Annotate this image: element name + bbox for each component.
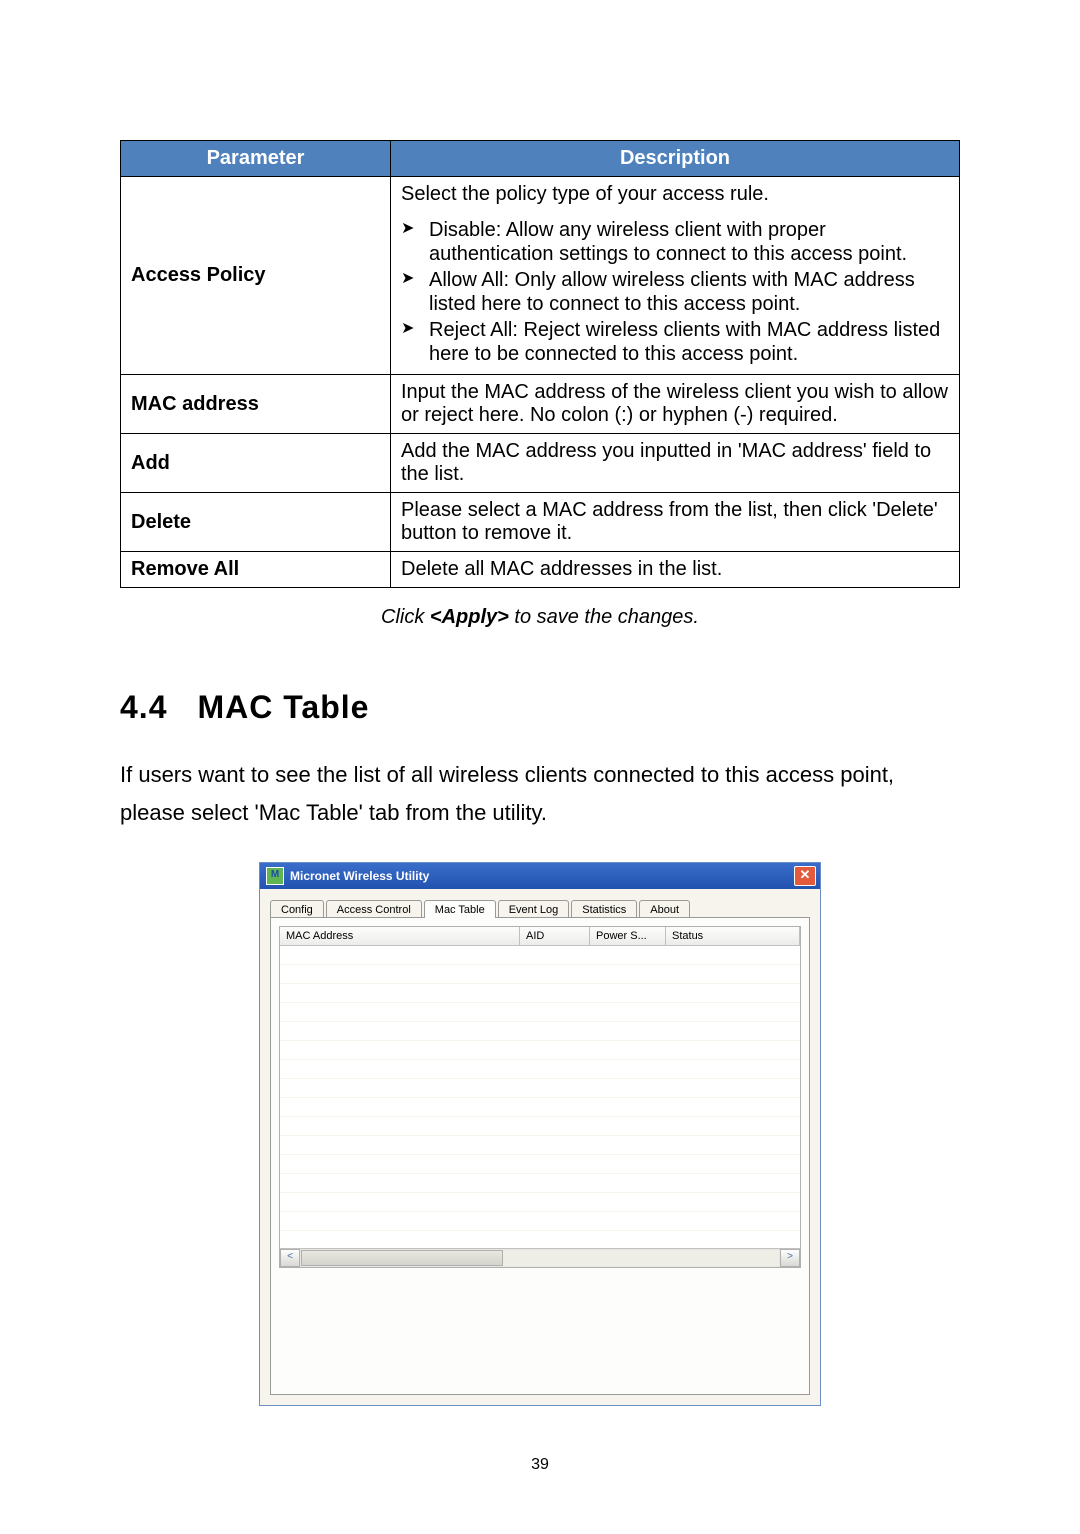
page-number: 39: [120, 1456, 960, 1474]
param-label: Add: [121, 434, 391, 493]
table-row: Remove All Delete all MAC addresses in t…: [121, 552, 960, 588]
bullet-icon: ➤: [401, 218, 429, 240]
tab-event-log[interactable]: Event Log: [498, 900, 570, 918]
list-item[interactable]: [280, 965, 800, 984]
col-aid[interactable]: AID: [520, 927, 590, 945]
list-item[interactable]: [280, 1079, 800, 1098]
param-label: Remove All: [121, 552, 391, 588]
bullet-text: Reject All: Reject wireless clients with…: [429, 318, 949, 366]
list-item[interactable]: [280, 1155, 800, 1174]
param-desc: Input the MAC address of the wireless cl…: [391, 375, 960, 434]
tab-mac-table[interactable]: Mac Table: [424, 900, 496, 918]
list-item[interactable]: [280, 1003, 800, 1022]
parameter-table: Parameter Description Access Policy Sele…: [120, 140, 960, 588]
list-item[interactable]: [280, 1136, 800, 1155]
window-titlebar[interactable]: M Micronet Wireless Utility ✕: [260, 863, 820, 889]
desc-intro: Select the policy type of your access ru…: [401, 183, 949, 206]
list-item[interactable]: [280, 1022, 800, 1041]
apply-caption: Click <Apply> to save the changes.: [120, 606, 960, 629]
tab-access-control[interactable]: Access Control: [326, 900, 422, 918]
table-row: Delete Please select a MAC address from …: [121, 493, 960, 552]
col-description: Description: [391, 141, 960, 177]
list-item[interactable]: [280, 946, 800, 965]
apply-keyword: <Apply>: [430, 606, 509, 628]
utility-window: M Micronet Wireless Utility ✕ Config Acc…: [259, 862, 821, 1406]
scrollbar-thumb[interactable]: [301, 1250, 503, 1266]
scrollbar-track[interactable]: [301, 1250, 779, 1266]
list-item[interactable]: [280, 984, 800, 1003]
scroll-left-icon[interactable]: <: [280, 1249, 300, 1267]
window-title: Micronet Wireless Utility: [290, 869, 794, 883]
table-row: Access Policy Select the policy type of …: [121, 177, 960, 375]
col-power-saving[interactable]: Power S...: [590, 927, 666, 945]
listview-header: MAC Address AID Power S... Status: [280, 927, 800, 946]
param-desc: Select the policy type of your access ru…: [391, 177, 960, 375]
tab-panel: MAC Address AID Power S... Status: [270, 917, 810, 1395]
list-item[interactable]: [280, 1098, 800, 1117]
col-mac-address[interactable]: MAC Address: [280, 927, 520, 945]
list-item[interactable]: [280, 1212, 800, 1231]
bullet-text: Disable: Allow any wireless client with …: [429, 218, 949, 266]
col-parameter: Parameter: [121, 141, 391, 177]
list-item[interactable]: [280, 1193, 800, 1212]
param-desc: Delete all MAC addresses in the list.: [391, 552, 960, 588]
param-label: Delete: [121, 493, 391, 552]
table-row: Add Add the MAC address you inputted in …: [121, 434, 960, 493]
app-icon: M: [266, 867, 284, 885]
listview-body: [280, 946, 800, 1248]
section-number: 4.4: [120, 689, 167, 725]
bullet-icon: ➤: [401, 268, 429, 290]
tab-statistics[interactable]: Statistics: [571, 900, 637, 918]
param-desc: Add the MAC address you inputted in 'MAC…: [391, 434, 960, 493]
close-icon[interactable]: ✕: [794, 866, 816, 886]
col-status[interactable]: Status: [666, 927, 800, 945]
table-row: MAC address Input the MAC address of the…: [121, 375, 960, 434]
scroll-right-icon[interactable]: >: [780, 1249, 800, 1267]
bullet-icon: ➤: [401, 318, 429, 340]
section-heading: 4.4 MAC Table: [120, 689, 960, 726]
bullet-text: Allow All: Only allow wireless clients w…: [429, 268, 949, 316]
tab-about[interactable]: About: [639, 900, 690, 918]
param-label: Access Policy: [121, 177, 391, 375]
param-label: MAC address: [121, 375, 391, 434]
list-item[interactable]: [280, 1041, 800, 1060]
mac-listview[interactable]: MAC Address AID Power S... Status: [279, 926, 801, 1268]
list-item[interactable]: [280, 1174, 800, 1193]
param-desc: Please select a MAC address from the lis…: [391, 493, 960, 552]
tab-config[interactable]: Config: [270, 900, 324, 918]
list-item[interactable]: [280, 1117, 800, 1136]
tab-strip: Config Access Control Mac Table Event Lo…: [260, 889, 820, 917]
list-item[interactable]: [280, 1231, 800, 1248]
list-item[interactable]: [280, 1060, 800, 1079]
horizontal-scrollbar[interactable]: < >: [280, 1248, 800, 1267]
section-title: MAC Table: [197, 689, 369, 725]
section-body: If users want to see the list of all wir…: [120, 756, 960, 832]
